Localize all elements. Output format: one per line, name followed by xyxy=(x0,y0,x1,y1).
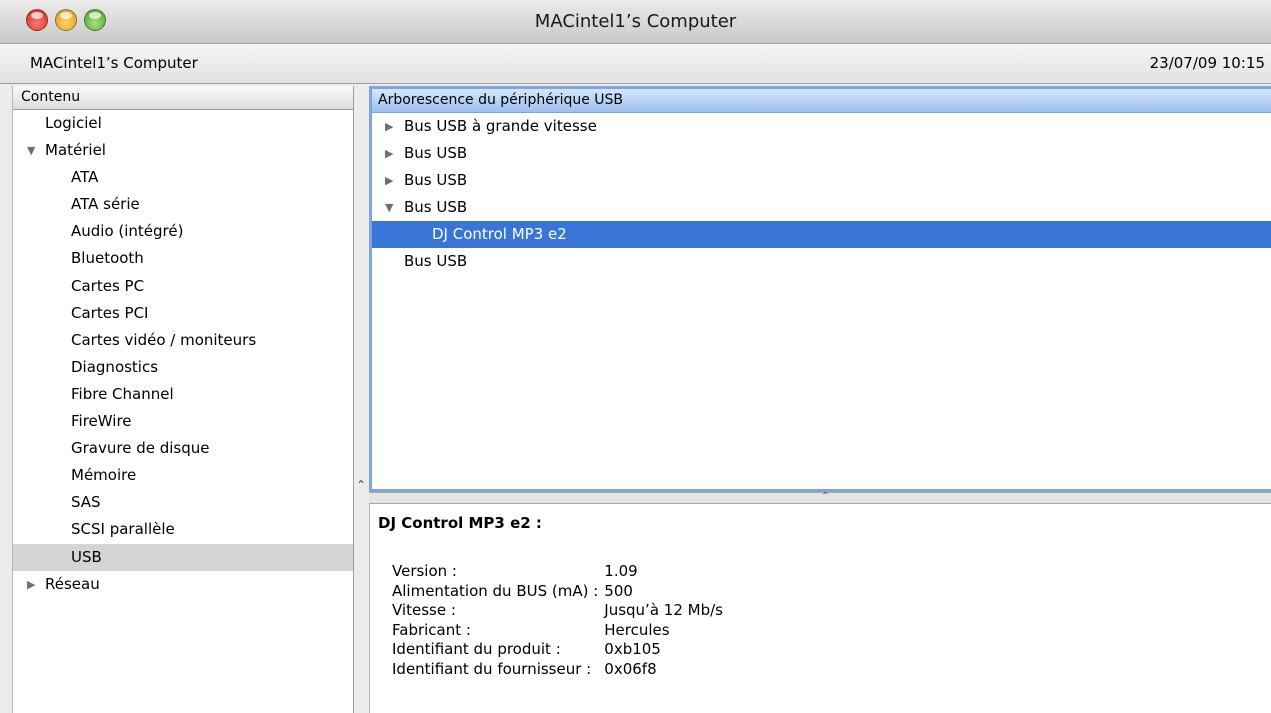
usb-tree-row[interactable]: ▶ Bus USB à grande vitesse xyxy=(372,113,1271,140)
sidebar-item-label: Logiciel xyxy=(45,114,102,132)
sidebar-item-label: Cartes PCI xyxy=(71,303,149,322)
usb-tree-row-label: Bus USB xyxy=(404,171,468,190)
usb-tree-row[interactable]: ▼ Bus USB xyxy=(372,194,1271,221)
disclosure-triangle-collapsed-icon[interactable]: ▶ xyxy=(385,140,393,167)
sidebar-item-materiel[interactable]: ▼ Matériel xyxy=(13,137,353,164)
splitter-grip-icon: ⌃ xyxy=(821,491,830,502)
sidebar-item-audio-integre[interactable]: Audio (intégré) xyxy=(13,218,353,245)
contents-sidebar: Contenu Logiciel ▼ Matériel ATA ATA série Aud… xyxy=(12,86,354,713)
disclosure-triangle-collapsed-icon[interactable]: ▶ xyxy=(385,167,393,194)
contents-list: Logiciel ▼ Matériel ATA ATA série Audio (inté… xyxy=(13,110,353,598)
usb-tree-row[interactable]: Bus USB xyxy=(372,248,1271,275)
sidebar-item-label: Réseau xyxy=(45,574,100,593)
property-value: 1.09 xyxy=(604,562,638,580)
usb-tree-column-header[interactable]: Arborescence du périphérique USB xyxy=(372,89,1271,113)
property-row: Version : 1.09 xyxy=(392,562,723,582)
device-details-panel: DJ Control MP3 e2 : Version : 1.09 Aliment… xyxy=(369,504,1271,713)
property-key: Fabricant : xyxy=(392,620,471,639)
sidebar-item-label: Matériel xyxy=(45,141,106,160)
sidebar-item-label: SCSI parallèle xyxy=(71,520,175,539)
disclosure-triangle-expanded-icon[interactable]: ▼ xyxy=(385,194,393,221)
sidebar-item-label: ATA xyxy=(71,168,99,187)
right-pane: Arborescence du périphérique USB ▶ Bus US… xyxy=(369,86,1271,713)
sidebar-item-cartes-video-moniteurs[interactable]: Cartes vidéo / moniteurs xyxy=(13,327,353,354)
sidebar-item-cartes-pc[interactable]: Cartes PC xyxy=(13,273,353,300)
sidebar-item-fibre-channel[interactable]: Fibre Channel xyxy=(13,381,353,408)
sidebar-item-cartes-pci[interactable]: Cartes PCI xyxy=(13,300,353,327)
window-title: MACintel1’s Computer xyxy=(534,11,737,32)
sidebar-item-label: Cartes vidéo / moniteurs xyxy=(71,330,257,349)
usb-tree-row-label: Bus USB xyxy=(404,198,468,217)
sidebar-item-ata[interactable]: ATA xyxy=(13,164,353,191)
sidebar-item-label: ATA série xyxy=(71,195,140,214)
sidebar-item-gravure-de-disque[interactable]: Gravure de disque xyxy=(13,435,353,462)
sidebar-item-label: Fibre Channel xyxy=(71,384,174,403)
sidebar-item-firewire[interactable]: FireWire xyxy=(13,408,353,435)
usb-tree-list: ▶ Bus USB à grande vitesse ▶ Bus USB ▶ Bus US… xyxy=(372,113,1271,276)
property-key: Alimentation du BUS (mA) : xyxy=(392,581,599,600)
sidebar-item-reseau[interactable]: ▶ Réseau xyxy=(13,571,353,598)
system-profiler-window: MACintel1’s Computer MACintel1’s Compute… xyxy=(0,0,1271,713)
property-key: Identifiant du produit : xyxy=(392,640,561,658)
property-row: Fabricant : Hercules xyxy=(392,621,723,641)
property-value: 0x06f8 xyxy=(604,659,657,678)
disclosure-triangle-collapsed-icon[interactable]: ▶ xyxy=(27,571,35,598)
usb-tree-row-label: Bus USB à grande vitesse xyxy=(404,117,597,135)
info-bar: MACintel1’s Computer 23/07/09 10:15 xyxy=(0,44,1271,84)
sidebar-item-ata-serie[interactable]: ATA série xyxy=(13,191,353,218)
property-key: Version : xyxy=(392,562,457,580)
property-key: Vitesse : xyxy=(392,601,456,619)
property-row: Alimentation du BUS (mA) : 500 xyxy=(392,582,723,602)
property-row: Vitesse : Jusqu’à 12 Mb/s xyxy=(392,601,723,621)
timestamp: 23/07/09 10:15 xyxy=(1149,54,1265,72)
title-bar[interactable]: MACintel1’s Computer xyxy=(0,0,1271,44)
sidebar-item-label: Cartes PC xyxy=(71,276,145,295)
disclosure-triangle-collapsed-icon[interactable]: ▶ xyxy=(385,113,393,140)
sidebar-item-label: Diagnostics xyxy=(71,357,159,376)
property-key: Identifiant du fournisseur : xyxy=(392,659,592,678)
sidebar-item-scsi-parallele[interactable]: SCSI parallèle xyxy=(13,516,353,543)
property-value: 0xb105 xyxy=(604,640,661,658)
sidebar-item-memoire[interactable]: Mémoire xyxy=(13,462,353,489)
sidebar-item-label: SAS xyxy=(71,493,101,512)
usb-tree-row-label: Bus USB xyxy=(404,144,468,163)
computer-name: MACintel1’s Computer xyxy=(30,54,198,72)
sidebar-item-label: FireWire xyxy=(71,412,132,431)
sidebar-item-usb[interactable]: USB xyxy=(13,543,353,571)
sidebar-item-label: Bluetooth xyxy=(71,249,144,268)
usb-device-tree: Arborescence du périphérique USB ▶ Bus US… xyxy=(369,86,1271,492)
property-value: Hercules xyxy=(604,620,670,639)
sidebar-item-bluetooth[interactable]: Bluetooth xyxy=(13,245,353,272)
usb-tree-row[interactable]: ▶ Bus USB xyxy=(372,167,1271,194)
usb-tree-row-label: DJ Control MP3 e2 xyxy=(432,225,567,244)
usb-tree-row[interactable]: ▶ Bus USB xyxy=(372,140,1271,167)
sidebar-item-sas[interactable]: SAS xyxy=(13,489,353,516)
sidebar-item-logiciel[interactable]: Logiciel xyxy=(13,110,353,137)
property-value: Jusqu’à 12 Mb/s xyxy=(604,601,723,619)
contents-column-header[interactable]: Contenu xyxy=(13,86,353,110)
sidebar-item-diagnostics[interactable]: Diagnostics xyxy=(13,354,353,381)
pane-splitter[interactable]: ⌃ xyxy=(369,491,1271,504)
usb-tree-row-label: Bus USB xyxy=(404,252,468,271)
sidebar-item-label: Mémoire xyxy=(71,466,137,485)
disclosure-triangle-expanded-icon[interactable]: ▼ xyxy=(27,137,35,164)
property-row: Identifiant du produit : 0xb105 xyxy=(392,640,723,660)
sidebar-item-label: Gravure de disque xyxy=(71,439,210,458)
sidebar-item-label: USB xyxy=(71,547,102,566)
device-details-title: DJ Control MP3 e2 : xyxy=(378,514,542,532)
property-row: Identifiant du fournisseur : 0x06f8 xyxy=(392,660,723,680)
usb-tree-row[interactable]: DJ Control MP3 e2 xyxy=(372,221,1271,249)
device-properties-table: Version : 1.09 Alimentation du BUS (mA) : 5… xyxy=(392,562,723,679)
property-value: 500 xyxy=(604,581,633,600)
sidebar-item-label: Audio (intégré) xyxy=(71,222,184,241)
sidebar-resize-handle-icon[interactable]: ⌃ xyxy=(356,478,366,492)
